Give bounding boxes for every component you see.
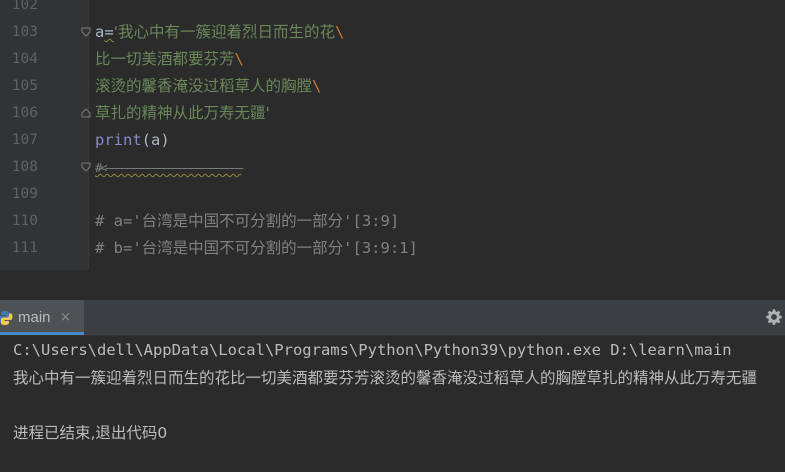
line-number: 111 [11, 240, 38, 256]
string-literal: 滚烫的馨香淹没过稻草人的胸膛 [95, 77, 313, 95]
line-continuation: \ [234, 50, 244, 68]
call-args: (a) [141, 131, 170, 149]
code-line[interactable]: 104 比一切美酒都要芬芳\ [0, 46, 785, 73]
code-line[interactable]: 103 a='我心中有一簇迎着烈日而生的花\ [0, 19, 785, 46]
code-line[interactable]: 102 [0, 0, 785, 19]
fold-marker-icon[interactable] [81, 27, 91, 37]
code-line[interactable]: 106 草扎的精神从此万寿无疆' [0, 100, 785, 127]
console-command-line: C:\Users\dell\AppData\Local\Programs\Pyt… [13, 341, 732, 359]
run-console-output[interactable]: C:\Users\dell\AppData\Local\Programs\Pyt… [0, 336, 785, 472]
string-literal: 草扎的精神从此万寿无疆' [95, 104, 270, 122]
gear-icon[interactable] [765, 308, 783, 326]
line-continuation: \ [334, 23, 345, 41]
line-number: 107 [11, 132, 38, 148]
line-number: 102 [11, 0, 38, 13]
python-icon [0, 311, 13, 325]
code-line[interactable]: 109 [0, 181, 785, 208]
fold-marker-icon[interactable] [81, 162, 91, 172]
line-number: 104 [11, 51, 38, 67]
string-literal: 比一切美酒都要芬芳 [95, 50, 235, 68]
code-text: # b='台湾是中国不可分割的一部分'[3:9:1] [95, 235, 418, 262]
line-number: 110 [11, 213, 38, 229]
console-program-output: 我心中有一簇迎着烈日而生的花比一切美酒都要芬芳滚烫的馨香淹没过稻草人的胸膛草扎的… [13, 369, 758, 387]
code-editor[interactable]: 102 103 a='我心中有一簇迎着烈日而生的花\ 104 比一切美酒都要芬芳… [0, 0, 785, 300]
tab-label: main [18, 309, 51, 326]
console-exit-message: 进程已结束,退出代码0 [13, 424, 168, 442]
line-number: 108 [11, 159, 38, 175]
line-number: 109 [11, 186, 38, 202]
string-literal: '我心中有一簇迎着烈日而生的花 [113, 23, 335, 41]
comment: # a='台湾是中国不可分割的一部分'[3:9] [95, 212, 400, 230]
line-number: 106 [11, 105, 38, 121]
comment: # b='台湾是中国不可分割的一部分'[3:9:1] [95, 239, 418, 257]
code-text: print(a) [95, 127, 170, 154]
variable-a: a [95, 23, 105, 41]
code-text: a='我心中有一簇迎着烈日而生的花\ [95, 19, 344, 46]
assign-operator: = [104, 23, 114, 41]
code-text: 滚烫的馨香淹没过稻草人的胸膛\ [95, 73, 321, 100]
code-line[interactable]: 108 #<—————————————————————————— [0, 154, 785, 181]
line-number: 103 [11, 24, 38, 40]
line-number: 105 [11, 78, 38, 94]
run-tab-main[interactable]: main × [0, 300, 84, 335]
code-line[interactable]: 107 print(a) [0, 127, 785, 154]
code-line[interactable]: 110 # a='台湾是中国不可分割的一部分'[3:9] [0, 208, 785, 235]
code-line[interactable]: 105 滚烫的馨香淹没过稻草人的胸膛\ [0, 73, 785, 100]
close-icon[interactable]: × [60, 300, 71, 335]
fold-marker-icon[interactable] [81, 108, 91, 118]
code-line[interactable]: 111 # b='台湾是中国不可分割的一部分'[3:9:1] [0, 235, 785, 262]
code-text: # a='台湾是中国不可分割的一部分'[3:9] [95, 208, 399, 235]
code-text: 比一切美酒都要芬芳\ [95, 46, 244, 73]
line-continuation: \ [312, 77, 322, 95]
code-text: #<—————————————————————————— [95, 154, 243, 182]
run-tool-window-header: main × [0, 300, 785, 336]
code-text: 草扎的精神从此万寿无疆' [95, 100, 270, 127]
print-builtin: print [95, 131, 142, 149]
comment: #<—————————————————————————— [95, 161, 243, 175]
